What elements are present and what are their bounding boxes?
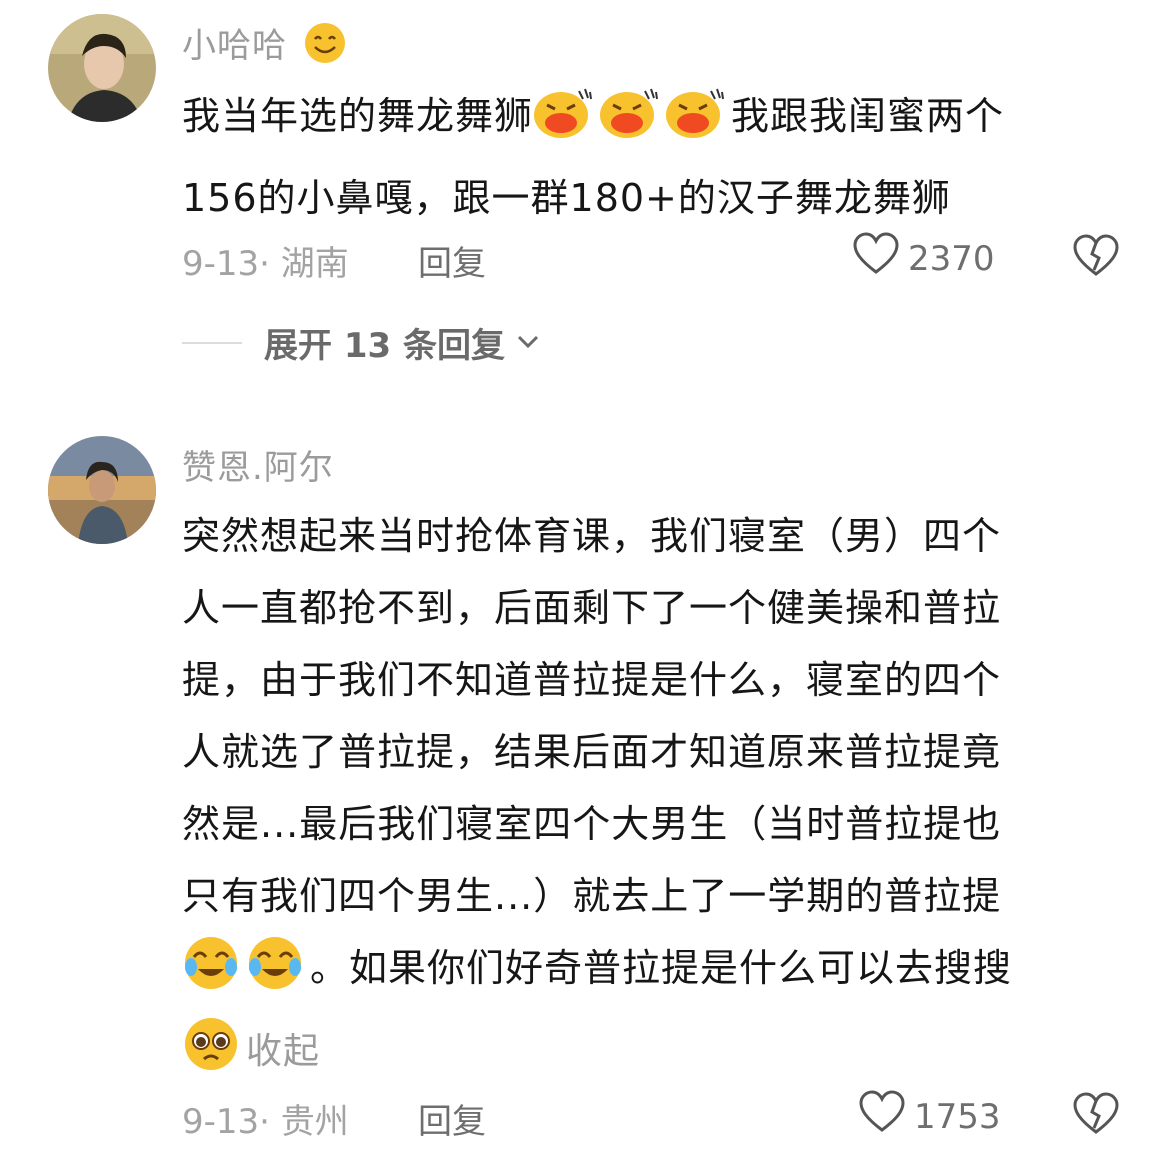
date-location: 9-13· 贵州	[182, 1102, 349, 1142]
like-button[interactable]: 2370	[852, 232, 995, 285]
comment-line: 我当年选的舞龙舞狮 我跟我闺蜜两个	[182, 80, 1122, 162]
comment-line: 突然想起来当时抢体育课，我们寝室（男）四个	[182, 514, 1002, 558]
comment-line: 156的小鼻嘎，跟一群180+的汉子舞龙舞狮	[182, 176, 951, 220]
kissing-face-icon	[599, 85, 659, 162]
comment-line: 然是...最后我们寝室四个大男生（当时普拉提也	[182, 802, 1002, 846]
comment-text-segment: 我跟我闺蜜两个	[731, 94, 1005, 138]
like-button[interactable]: 1753	[858, 1090, 1001, 1143]
broken-heart-icon	[1072, 1092, 1120, 1140]
crying-laughing-face-icon	[246, 933, 304, 1014]
smiling-face-icon	[303, 21, 347, 74]
comment-line: 人就选了普拉提，结果后面才知道原来普拉提竟	[182, 730, 1002, 774]
expand-replies-button[interactable]: 展开 13 条回复	[182, 318, 541, 367]
dislike-button[interactable]	[1072, 1092, 1120, 1140]
chevron-down-icon	[515, 331, 541, 355]
like-count: 1753	[914, 1096, 1001, 1137]
comment-text-segment: 。如果你们好奇普拉提是什么可以去搜搜	[310, 946, 1013, 990]
pleading-face-icon	[182, 1015, 240, 1096]
like-count: 2370	[908, 238, 995, 279]
heart-outline-icon	[852, 232, 900, 285]
reply-button[interactable]: 回复	[418, 236, 486, 285]
comment-line: 只有我们四个男生...）就去上了一学期的普拉提	[182, 874, 1002, 918]
username-text[interactable]: 小哈哈	[182, 26, 287, 66]
dislike-button[interactable]	[1072, 234, 1120, 282]
comment-text: 我当年选的舞龙舞狮 我跟我闺蜜两个 156的小鼻嘎，跟一群180+的汉子舞龙舞狮	[182, 80, 1122, 234]
avatar[interactable]	[48, 436, 156, 544]
comment-line: 人一直都抢不到，后面剩下了一个健美操和普拉	[182, 586, 1002, 630]
comment-line: 。如果你们好奇普拉提是什么可以去搜搜	[182, 932, 1122, 1014]
comment-line: 收起	[182, 1014, 1122, 1096]
heart-outline-icon	[858, 1090, 906, 1143]
divider	[182, 341, 242, 344]
username[interactable]: 小哈哈	[182, 18, 353, 74]
crying-laughing-face-icon	[182, 933, 240, 1014]
username[interactable]: 赞恩.阿尔	[182, 440, 334, 489]
comment-line: 提，由于我们不知道普拉提是什么，寝室的四个	[182, 658, 1002, 702]
broken-heart-icon	[1072, 234, 1120, 282]
date-location: 9-13· 湖南	[182, 244, 349, 284]
expand-replies-label[interactable]: 展开 13 条回复	[264, 318, 505, 367]
comment-text-segment: 我当年选的舞龙舞狮	[182, 94, 534, 138]
kissing-face-icon	[533, 85, 593, 162]
reply-button[interactable]: 回复	[418, 1094, 486, 1143]
kissing-face-icon	[665, 85, 725, 162]
avatar[interactable]	[48, 14, 156, 122]
comment-text: 突然想起来当时抢体育课，我们寝室（男）四个 人一直都抢不到，后面剩下了一个健美操…	[182, 500, 1122, 1096]
collapse-button[interactable]: 收起	[246, 1031, 320, 1072]
